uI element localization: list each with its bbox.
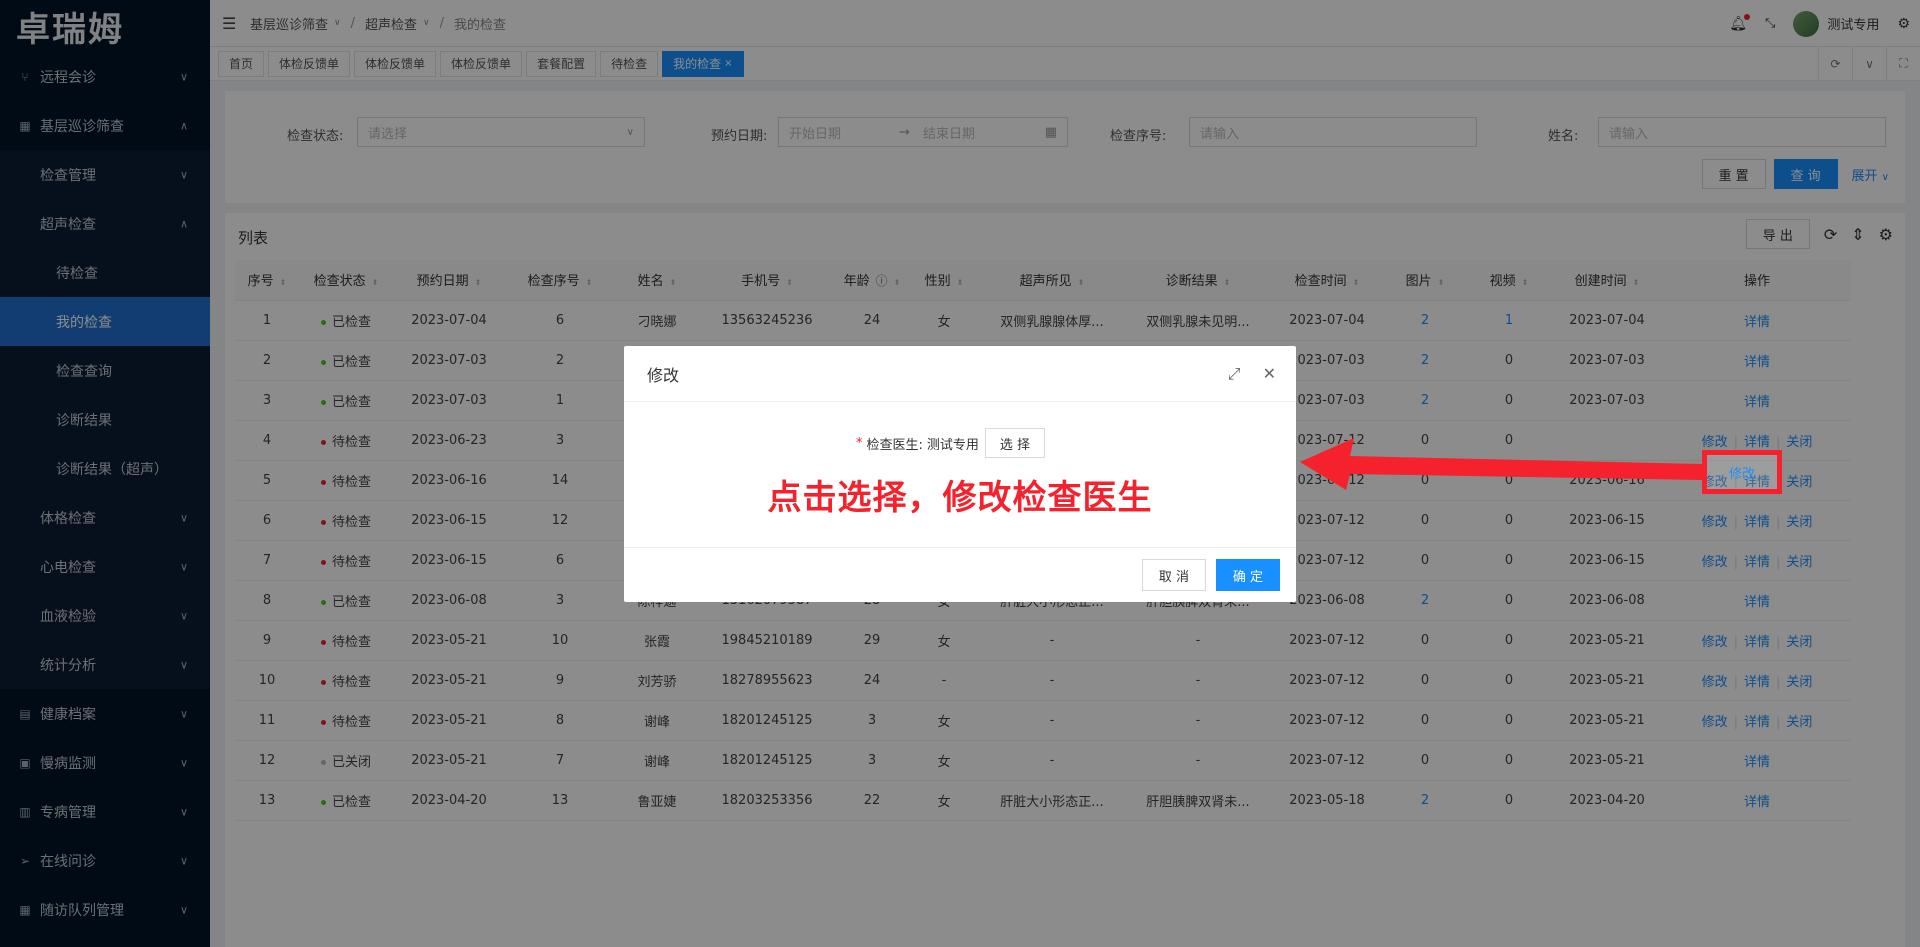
highlighted-edit-link: 修改 (1728, 466, 1755, 482)
arrow-shape (1300, 438, 1702, 490)
annotation-arrow (1300, 438, 1702, 490)
highlight-box[interactable]: 修改 (1702, 450, 1782, 494)
